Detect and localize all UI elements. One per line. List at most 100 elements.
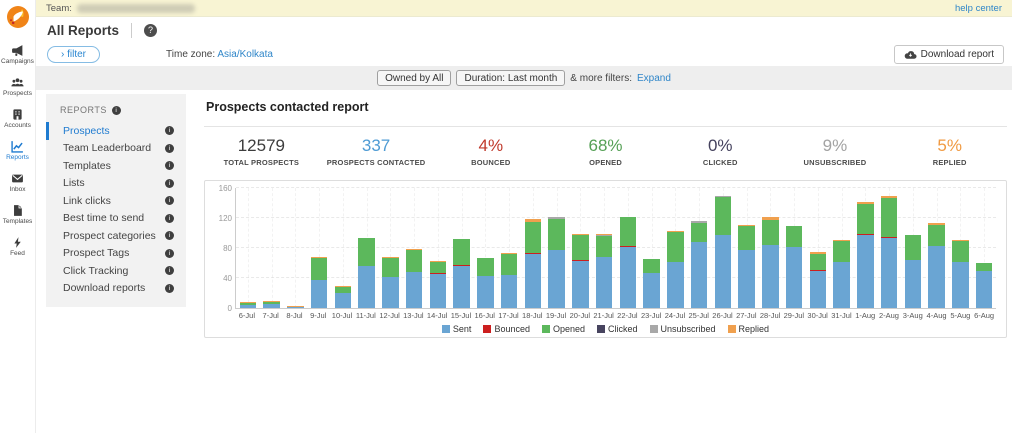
legend-item-unsubscribed[interactable]: Unsubscribed [649,324,716,334]
help-icon[interactable]: ? [144,23,158,37]
bar-segment-opened [690,222,708,242]
timezone: Time zone: Asia/Kolkata [166,49,273,60]
legend-label: Replied [738,324,770,334]
sidebar-item-feed[interactable]: Feed [0,236,36,257]
stacked-bar [477,257,494,308]
report-list-item[interactable]: Team Leaderboard i [46,140,186,158]
info-icon[interactable]: i [165,126,174,136]
legend-item-opened[interactable]: Opened [541,324,585,334]
stat-block: 337 PROSPECTS CONTACTED [319,136,434,167]
bar-slot [402,188,426,308]
bar-slot [236,188,260,308]
info-icon[interactable]: i [165,161,174,171]
expand-filters-link[interactable]: Expand [637,73,671,84]
bar-segment-sent [287,306,304,308]
people-icon [11,78,24,87]
more-filters-label: & more filters: [570,72,632,84]
report-list-item[interactable]: Best time to send i [46,210,186,228]
filter-chip-owned-by[interactable]: Owned by All [377,70,452,86]
x-axis-tick-label: 28-Jul [759,311,781,320]
report-list-item-label: Prospect Tags [63,247,130,260]
sidebar-item-inbox[interactable]: Inbox [0,172,36,193]
bar-segment-sent [690,242,708,308]
left-nav: Campaigns Prospects Accounts Reports Inb… [0,0,36,433]
bar-segment-opened [477,257,494,276]
app-logo-icon [6,6,29,28]
bar-slot [545,188,569,308]
sidebar-item-templates[interactable]: Templates [0,204,36,225]
bar-segment-sent [738,249,755,308]
app-logo[interactable] [6,5,30,34]
legend-item-bounced[interactable]: Bounced [483,324,530,334]
timezone-value-link[interactable]: Asia/Kolkata [217,49,273,60]
filter-button[interactable]: › filter [47,46,101,63]
sidebar-item-prospects[interactable]: Prospects [0,76,36,97]
sidebar-item-reports[interactable]: Reports [0,140,36,161]
stat-label: TOTAL PROSPECTS [223,158,300,167]
info-icon[interactable]: i [165,231,174,241]
report-list-item[interactable]: Lists i [46,175,186,193]
legend-item-replied[interactable]: Replied [727,324,770,334]
download-report-button[interactable]: Download report [893,45,1004,64]
report-list-item[interactable]: Download reports i [46,280,186,298]
stats-row: 12579 TOTAL PROSPECTS 337 PROSPECTS CONTACT… [204,136,1007,167]
bar-segment-opened [524,221,542,253]
report-list-item[interactable]: Prospect categories i [46,227,186,245]
bar-segment-opened [643,258,660,273]
legend-item-clicked[interactable]: Clicked [597,324,638,334]
bar-slot [616,188,640,308]
stacked-bar [287,305,304,308]
chart-x-axis-labels: 6-Jul 7-Jul 8-Jul 9-Jul 10-Jul 11-Jul 12-Jul 13… [235,311,996,320]
info-icon[interactable]: i [165,283,174,293]
sidebar-item-label: Prospects [3,90,32,97]
stat-value: 68% [588,136,623,155]
bar-slot [806,188,830,308]
bar-slot [521,188,545,308]
info-icon[interactable]: i [165,196,174,206]
legend-label: Unsubscribed [660,324,716,334]
bar-segment-opened [310,257,328,280]
report-list-item[interactable]: Prospect Tags i [46,245,186,263]
bar-segment-opened [572,235,589,260]
report-list-item-label: Link clicks [63,194,111,207]
bar-segment-sent [500,275,518,308]
x-axis-tick-label: 27-Jul [736,311,757,320]
x-axis-tick-label: 26-Jul [712,311,733,320]
legend-label: Bounced [494,324,530,334]
stat-label: REPLIED [932,158,967,167]
report-list-item-label: Prospects [63,124,110,137]
bar-segment-opened [358,238,375,266]
sidebar-item-accounts[interactable]: Accounts [0,108,36,129]
info-icon[interactable]: i [165,266,174,276]
y-axis-tick-label: 40 [223,274,232,283]
bar-segment-opened [928,224,945,246]
info-icon[interactable]: i [165,213,174,223]
bar-slot [331,188,355,308]
help-center-link[interactable]: help center [955,3,1002,14]
legend-swatch [597,325,605,333]
sidebar-item-label: Feed [10,250,25,257]
report-list-item[interactable]: Click Tracking i [46,262,186,280]
sidebar-item-campaigns[interactable]: Campaigns [0,44,36,65]
stat-label: BOUNCED [471,158,511,167]
stat-block: 9% UNSUBSCRIBED [778,136,893,167]
stacked-bar [928,222,945,308]
x-axis-tick-label: 29-Jul [783,311,805,320]
info-icon[interactable]: i [165,248,174,258]
stacked-bar [405,248,423,308]
legend-label: Sent [452,324,472,334]
legend-swatch [541,325,550,333]
legend-item-sent[interactable]: Sent [441,324,472,334]
info-icon[interactable]: i [111,105,121,115]
stat-value: 9% [822,136,848,155]
filter-chip-duration[interactable]: Duration: Last month [456,70,566,86]
stacked-bar [857,201,874,308]
report-list-item[interactable]: Templates i [46,157,186,175]
x-axis-tick-label: 23-Jul [640,311,662,320]
report-list-item[interactable]: Prospects i [46,122,186,140]
info-icon[interactable]: i [165,143,174,153]
info-icon[interactable]: i [165,178,174,188]
bar-segment-sent [762,245,779,308]
report-list-item[interactable]: Link clicks i [46,192,186,210]
chart-bars [236,188,996,308]
